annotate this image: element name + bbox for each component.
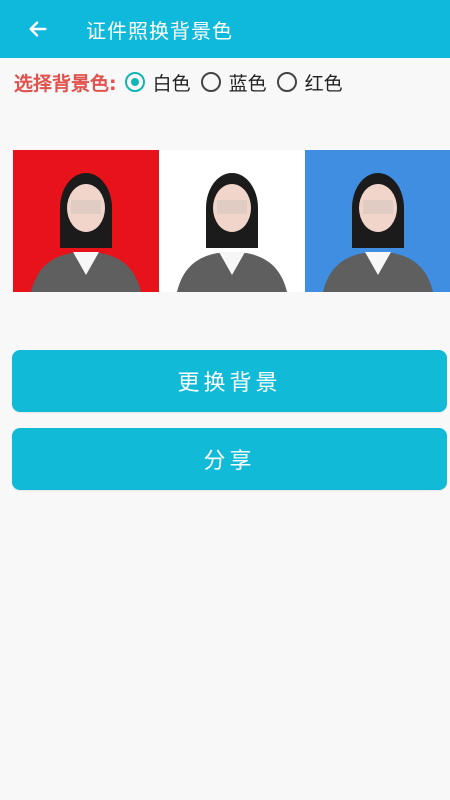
- option-white-label: 白色: [152, 72, 191, 95]
- back-button[interactable]: [18, 9, 58, 49]
- page-title: 证件照换背景色: [86, 18, 233, 43]
- share-button[interactable]: 分享: [12, 428, 447, 490]
- option-red[interactable]: 红色: [276, 69, 343, 96]
- option-white[interactable]: 白色: [124, 69, 191, 96]
- change-background-button[interactable]: 更换背景: [12, 350, 447, 412]
- option-blue-label: 蓝色: [228, 72, 267, 95]
- radio-white[interactable]: [124, 72, 145, 92]
- app-screen: 证件照换背景色 选择背景色: 白色 蓝色 红色 更换背景 分享: [0, 0, 450, 800]
- background-color-selector: 选择背景色: 白色 蓝色 红色: [14, 66, 353, 98]
- radio-blue[interactable]: [200, 72, 221, 92]
- selector-label: 选择背景色:: [14, 72, 117, 95]
- option-red-label: 红色: [304, 72, 343, 95]
- photo-white-background: [159, 150, 305, 292]
- photo-blue-background: [305, 150, 450, 292]
- option-blue[interactable]: 蓝色: [200, 69, 267, 96]
- top-app-bar: 证件照换背景色: [0, 0, 450, 58]
- arrow-left-icon: [29, 21, 47, 37]
- photo-previews: [13, 150, 450, 292]
- radio-red[interactable]: [276, 72, 297, 92]
- photo-red-background: [13, 150, 159, 292]
